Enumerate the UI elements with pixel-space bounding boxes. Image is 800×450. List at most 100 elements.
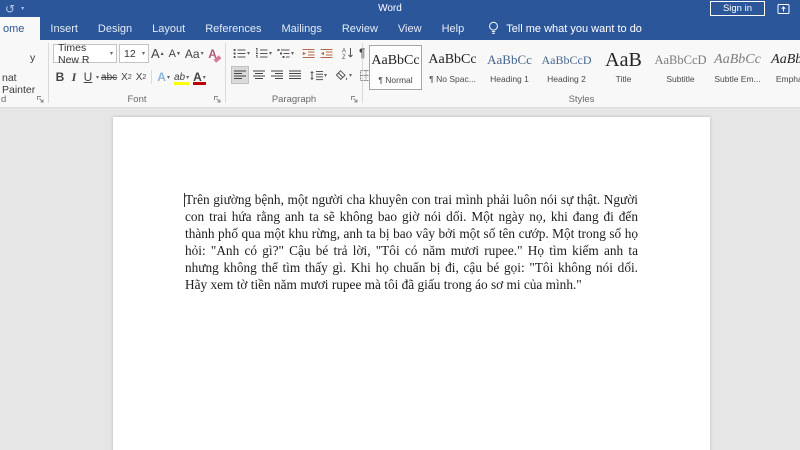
ribbon-tab-bar: ome Insert Design Layout References Mail… — [0, 17, 800, 40]
style-preview: AaBbCc — [370, 49, 421, 73]
clipboard-dialog-launcher-icon[interactable] — [36, 95, 45, 104]
font-color-bar — [193, 82, 206, 85]
font-group-label: Font — [49, 94, 225, 105]
bullets-button[interactable]: ▾ — [231, 44, 252, 62]
style-preview: AaBbCcD — [540, 48, 593, 72]
chevron-down-icon: ▾ — [203, 74, 206, 81]
style-label: ¶ No Spac... — [426, 74, 479, 84]
svg-text:A: A — [342, 49, 346, 55]
style-normal[interactable]: AaBbCc ¶ Normal — [369, 45, 422, 90]
chevron-down-icon: ▾ — [349, 72, 352, 79]
sign-in-button[interactable]: Sign in — [710, 1, 765, 16]
style-emphasis[interactable]: AaBbCc Emphasis — [768, 45, 800, 90]
chevron-down-icon: ▾ — [269, 50, 272, 57]
svg-text:Z: Z — [342, 55, 346, 59]
font-size-combobox[interactable]: 12 ▾ — [119, 44, 149, 63]
group-clipboard: y nat Painter d — [0, 40, 48, 107]
shrink-font-button[interactable]: A▼ — [167, 45, 183, 63]
shading-button[interactable]: ▾ — [333, 66, 354, 84]
font-size-value: 12 — [124, 48, 136, 60]
styles-group-label: Styles — [363, 94, 800, 105]
numbering-button[interactable]: ▾ — [253, 44, 274, 62]
paragraph-group-label: Paragraph — [226, 94, 362, 105]
decrease-indent-button[interactable] — [300, 44, 317, 62]
tab-mailings[interactable]: Mailings — [271, 17, 331, 40]
tab-review[interactable]: Review — [332, 17, 388, 40]
tell-me-label: Tell me what you want to do — [506, 23, 642, 35]
chevron-down-icon: ▾ — [291, 50, 294, 57]
group-font: Times New R ▾ 12 ▾ A▲ A▼ Aa▾ A B I U ▾ a… — [49, 40, 225, 107]
font-name-combobox[interactable]: Times New R ▾ — [53, 44, 117, 63]
clear-formatting-button[interactable]: A — [206, 45, 220, 63]
style-title[interactable]: AaB Title — [597, 45, 650, 90]
chevron-down-icon: ▾ — [247, 50, 250, 57]
chevron-down-icon: ▾ — [107, 50, 116, 57]
style-subtitle[interactable]: AaBbCcD Subtitle — [654, 45, 707, 90]
grow-font-button[interactable]: A▲ — [149, 45, 167, 63]
style-preview: AaBbCc — [426, 48, 479, 72]
sort-button[interactable]: AZ — [340, 44, 356, 62]
style-heading-1[interactable]: AaBbCc Heading 1 — [483, 45, 536, 90]
style-label: Heading 1 — [483, 74, 536, 84]
title-bar: ↺ ▾ Word Sign in — [0, 0, 800, 17]
app-title: Word — [70, 3, 710, 14]
style-label: Emphasis — [768, 74, 800, 84]
style-subtle-emphasis[interactable]: AaBbCc Subtle Em... — [711, 45, 764, 90]
tab-layout[interactable]: Layout — [142, 17, 195, 40]
ribbon-home: y nat Painter d Times New R ▾ 12 ▾ A▲ A▼… — [0, 40, 800, 108]
tab-insert[interactable]: Insert — [40, 17, 88, 40]
quick-access-toolbar: ↺ ▾ — [0, 3, 70, 15]
style-preview: AaBbCc — [711, 48, 764, 72]
change-case-button[interactable]: Aa▾ — [183, 45, 206, 63]
italic-button[interactable]: I — [67, 68, 81, 86]
chevron-down-icon: ▾ — [186, 74, 189, 81]
document-page[interactable]: Trên giường bệnh, một người cha khuyên c… — [113, 117, 710, 450]
strikethrough-button[interactable]: abc — [99, 68, 119, 86]
style-label: Title — [597, 74, 650, 84]
undo-icon[interactable]: ↺ — [5, 3, 15, 15]
style-label: Heading 2 — [540, 74, 593, 84]
increase-indent-button[interactable] — [318, 44, 335, 62]
style-label: Subtitle — [654, 74, 707, 84]
format-painter-button[interactable]: nat Painter — [2, 72, 48, 96]
align-right-button[interactable] — [269, 66, 285, 84]
highlight-color-bar — [174, 82, 189, 85]
customize-qat-caret-icon[interactable]: ▾ — [21, 5, 24, 12]
highlight-color-button[interactable]: ab▾ — [172, 68, 191, 86]
font-dialog-launcher-icon[interactable] — [213, 95, 222, 104]
justify-button[interactable] — [287, 66, 303, 84]
ribbon-display-options-icon[interactable] — [777, 3, 790, 15]
bold-button[interactable]: B — [53, 68, 67, 86]
line-spacing-button[interactable]: ▾ — [308, 66, 329, 84]
copy-button[interactable]: y — [30, 52, 35, 64]
tab-view[interactable]: View — [388, 17, 432, 40]
style-preview: AaB — [597, 48, 650, 72]
underline-button[interactable]: U — [81, 68, 95, 86]
tab-help[interactable]: Help — [432, 17, 475, 40]
paragraph-dialog-launcher-icon[interactable] — [350, 95, 359, 104]
align-center-button[interactable] — [251, 66, 267, 84]
style-heading-2[interactable]: AaBbCcD Heading 2 — [540, 45, 593, 90]
font-color-button[interactable]: A▾ — [191, 68, 208, 86]
tell-me-box[interactable]: Tell me what you want to do — [488, 17, 642, 40]
style-no-spacing[interactable]: AaBbCc ¶ No Spac... — [426, 45, 479, 90]
style-preview: AaBbCc — [483, 48, 536, 72]
document-area: Trên giường bệnh, một người cha khuyên c… — [0, 108, 800, 450]
superscript-button[interactable]: X2 — [134, 68, 149, 86]
group-styles: AaBbCc ¶ Normal AaBbCc ¶ No Spac... AaBb… — [363, 40, 800, 107]
style-label: ¶ Normal — [370, 75, 421, 85]
style-preview: AaBbCc — [768, 48, 800, 72]
tab-references[interactable]: References — [195, 17, 271, 40]
multilevel-list-button[interactable]: ▾ — [275, 44, 296, 62]
chevron-down-icon: ▾ — [324, 72, 327, 79]
chevron-down-icon: ▾ — [167, 74, 170, 81]
style-preview: AaBbCcD — [654, 48, 707, 72]
align-left-button[interactable] — [231, 66, 249, 84]
tab-home[interactable]: ome — [0, 17, 40, 40]
tab-design[interactable]: Design — [88, 17, 142, 40]
document-paragraph[interactable]: Trên giường bệnh, một người cha khuyên c… — [185, 191, 638, 293]
style-label: Subtle Em... — [711, 74, 764, 84]
text-effects-button[interactable]: A▾ — [155, 68, 172, 86]
subscript-button[interactable]: X2 — [119, 68, 134, 86]
chevron-down-icon: ▾ — [201, 50, 204, 57]
